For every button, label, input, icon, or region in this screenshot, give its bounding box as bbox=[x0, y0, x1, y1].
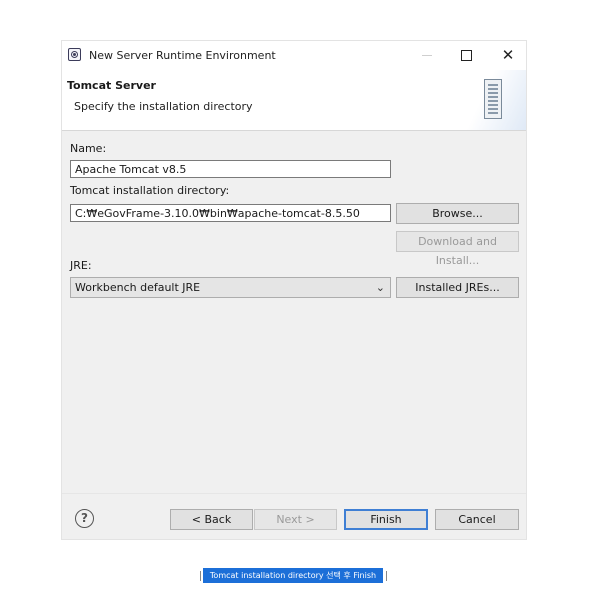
chevron-down-icon: ⌄ bbox=[375, 281, 385, 294]
new-server-runtime-dialog: New Server Runtime Environment ✕ Tomcat … bbox=[61, 40, 527, 540]
finish-button[interactable]: Finish bbox=[344, 509, 428, 530]
installation-directory-field[interactable]: C:₩eGovFrame-3.10.0₩bin₩apache-tomcat-8.… bbox=[70, 204, 391, 222]
close-button[interactable]: ✕ bbox=[494, 44, 522, 66]
next-button[interactable]: Next > bbox=[254, 509, 337, 530]
back-button[interactable]: < Back bbox=[170, 509, 253, 530]
name-field[interactable]: Apache Tomcat v8.5 bbox=[70, 160, 391, 178]
title-bar: New Server Runtime Environment ✕ bbox=[62, 41, 526, 70]
help-icon[interactable]: ? bbox=[75, 509, 94, 528]
window-title: New Server Runtime Environment bbox=[89, 49, 276, 62]
name-label: Name: bbox=[70, 142, 107, 155]
page-title: Tomcat Server bbox=[67, 79, 156, 92]
footer-divider bbox=[62, 493, 526, 494]
installed-jres-button[interactable]: Installed JREs... bbox=[396, 277, 519, 298]
installation-directory-label: Tomcat installation directory: bbox=[70, 184, 230, 197]
maximize-button[interactable] bbox=[452, 44, 480, 66]
wizard-header: Tomcat Server Specify the installation d… bbox=[62, 70, 526, 131]
eclipse-app-icon bbox=[68, 48, 81, 61]
caption-left-bar bbox=[200, 571, 201, 581]
caption-right-bar bbox=[386, 571, 387, 581]
server-icon bbox=[484, 79, 502, 119]
instruction-caption: Tomcat installation directory 선택 후 Finis… bbox=[203, 568, 383, 583]
cancel-button[interactable]: Cancel bbox=[435, 509, 519, 530]
jre-select-value: Workbench default JRE bbox=[75, 281, 201, 294]
page-subtitle: Specify the installation directory bbox=[74, 100, 253, 113]
jre-label: JRE: bbox=[70, 259, 92, 272]
header-banner bbox=[446, 70, 526, 130]
download-and-install-button[interactable]: Download and Install... bbox=[396, 231, 519, 267]
jre-select[interactable]: Workbench default JRE ⌄ bbox=[70, 277, 391, 298]
minimize-button[interactable] bbox=[413, 44, 441, 66]
browse-button[interactable]: Browse... bbox=[396, 203, 519, 224]
